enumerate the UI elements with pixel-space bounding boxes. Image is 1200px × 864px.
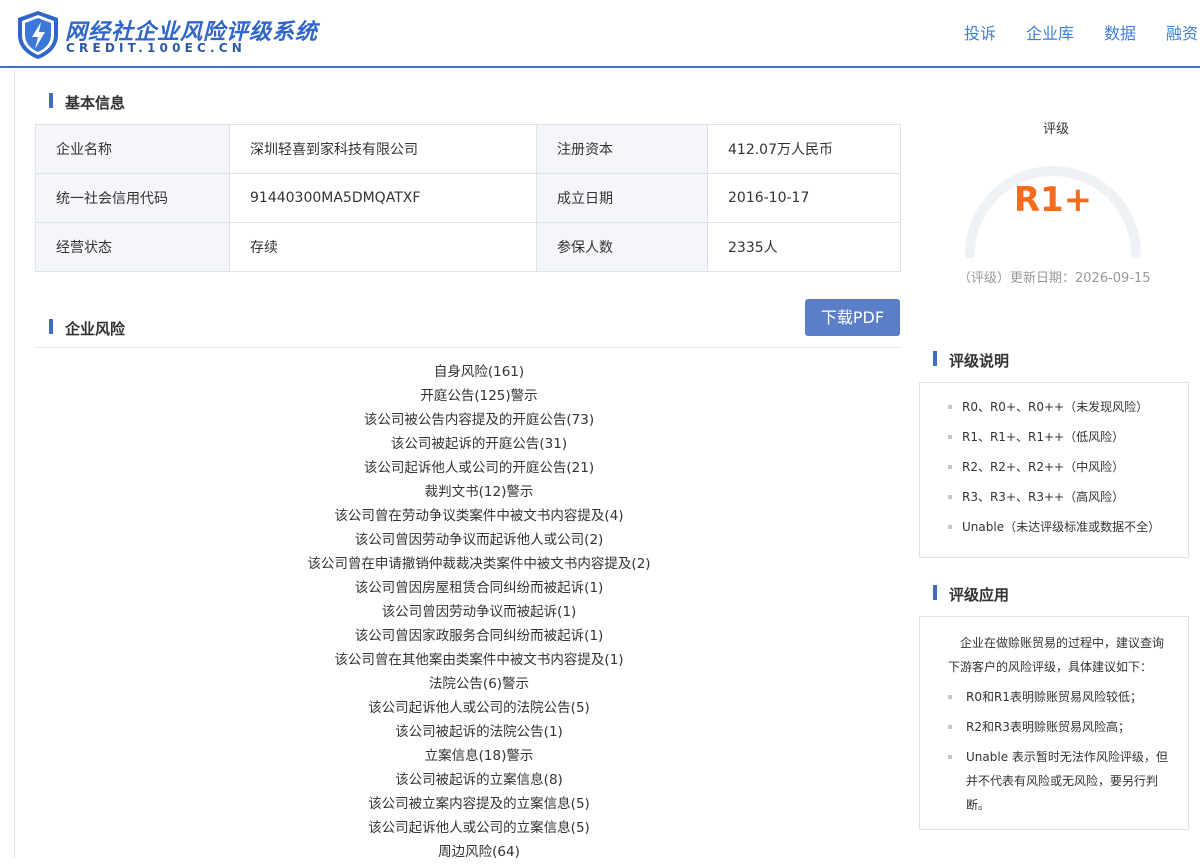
risk-list: 自身风险(161) 开庭公告(125)警示 该公司被公告内容提及的开庭公告(73… bbox=[35, 360, 923, 864]
rating-update-date: （评级）更新日期：2026-09-15 bbox=[958, 271, 1151, 286]
risk-item[interactable]: 该公司被起诉的立案信息(8) bbox=[35, 768, 923, 792]
status-value: 存续 bbox=[229, 222, 537, 272]
risk-item[interactable]: 该公司曾因劳动争议而被起诉(1) bbox=[35, 600, 923, 624]
rating-application-box: 企业在做赊账贸易的过程中，建议查询下游客户的风险评级，具体建议如下： R0和R1… bbox=[919, 616, 1189, 830]
risk-item[interactable]: 该公司曾因劳动争议而起诉他人或公司(2) bbox=[35, 528, 923, 552]
list-item: R3、R3+、R3++（高风险） bbox=[948, 488, 1188, 518]
risk-item[interactable]: 该公司起诉他人或公司的开庭公告(21) bbox=[35, 456, 923, 480]
status-label: 经营状态 bbox=[35, 222, 230, 272]
risk-item[interactable]: 该公司起诉他人或公司的立案信息(5) bbox=[35, 816, 923, 840]
logo-subtitle: CREDIT.100EC.CN bbox=[66, 41, 247, 55]
site-header: 网经社企业风险评级系统 CREDIT.100EC.CN 投诉 企业库 数据 融资 bbox=[0, 0, 1200, 68]
table-row: 经营状态 存续 参保人数 2335人 bbox=[35, 222, 901, 272]
risk-item[interactable]: 自身风险(161) bbox=[35, 360, 923, 384]
risk-title: 企业风险 bbox=[49, 318, 125, 339]
founded-date-label: 成立日期 bbox=[536, 173, 708, 223]
nav-data[interactable]: 数据 bbox=[1104, 20, 1136, 44]
list-item: R2和R3表明赊账贸易风险高； bbox=[948, 715, 1170, 739]
table-row: 企业名称 深圳轻喜到家科技有限公司 注册资本 412.07万人民币 bbox=[35, 124, 901, 174]
risk-item[interactable]: 周边风险(64) bbox=[35, 840, 923, 864]
insured-count-value: 2335人 bbox=[707, 222, 901, 272]
registered-capital-label: 注册资本 bbox=[536, 124, 708, 174]
application-intro: 企业在做赊账贸易的过程中，建议查询下游客户的风险评级，具体建议如下： bbox=[948, 636, 1165, 674]
risk-item[interactable]: 立案信息(18)警示 bbox=[35, 744, 923, 768]
credit-code-value: 91440300MA5DMQATXF bbox=[229, 173, 537, 223]
rating-legend-title: 评级说明 bbox=[933, 350, 1009, 371]
risk-item[interactable]: 裁判文书(12)警示 bbox=[35, 480, 923, 504]
rating-label: 评级 bbox=[1040, 118, 1073, 137]
registered-capital-value: 412.07万人民币 bbox=[707, 124, 901, 174]
list-item: Unable 表示暂时无法作风险评级，但并不代表有风险或无风险，要另行判断。 bbox=[948, 745, 1170, 817]
insured-count-label: 参保人数 bbox=[536, 222, 708, 272]
risk-item[interactable]: 该公司起诉他人或公司的法院公告(5) bbox=[35, 696, 923, 720]
risk-item[interactable]: 该公司曾因房屋租赁合同纠纷而被起诉(1) bbox=[35, 576, 923, 600]
nav-company-db[interactable]: 企业库 bbox=[1026, 20, 1074, 44]
download-pdf-button[interactable]: 下载PDF bbox=[805, 299, 900, 336]
founded-date-value: 2016-10-17 bbox=[707, 173, 901, 223]
risk-item[interactable]: 该公司曾在其他案由类案件中被文书内容提及(1) bbox=[35, 648, 923, 672]
risk-item[interactable]: 该公司被立案内容提及的立案信息(5) bbox=[35, 792, 923, 816]
company-name-label: 企业名称 bbox=[35, 124, 230, 174]
risk-divider bbox=[35, 347, 901, 348]
top-nav: 投诉 企业库 数据 融资 bbox=[964, 20, 1198, 44]
rating-grade: R1+ bbox=[1013, 180, 1093, 220]
risk-item[interactable]: 该公司曾在劳动争议类案件中被文书内容提及(4) bbox=[35, 504, 923, 528]
risk-item[interactable]: 法院公告(6)警示 bbox=[35, 672, 923, 696]
company-name-value: 深圳轻喜到家科技有限公司 bbox=[229, 124, 537, 174]
list-item: R1、R1+、R1++（低风险） bbox=[948, 428, 1188, 458]
list-item: R0、R0+、R0++（未发现风险） bbox=[948, 398, 1188, 428]
list-item: R2、R2+、R2++（中风险） bbox=[948, 458, 1188, 488]
site-logo[interactable]: 网经社企业风险评级系统 CREDIT.100EC.CN bbox=[15, 9, 317, 61]
list-item: R0和R1表明赊账贸易风险较低； bbox=[948, 685, 1170, 709]
nav-financing[interactable]: 融资 bbox=[1166, 20, 1198, 44]
rating-legend-box: R0、R0+、R0++（未发现风险） R1、R1+、R1++（低风险） R2、R… bbox=[919, 382, 1189, 558]
risk-item[interactable]: 该公司被起诉的开庭公告(31) bbox=[35, 432, 923, 456]
risk-item[interactable]: 该公司被公告内容提及的开庭公告(73) bbox=[35, 408, 923, 432]
list-item: Unable（未达评级标准或数据不全） bbox=[948, 518, 1188, 548]
risk-item[interactable]: 该公司曾在申请撤销仲裁裁决类案件中被文书内容提及(2) bbox=[35, 552, 923, 576]
basic-info-title: 基本信息 bbox=[49, 92, 125, 113]
basic-info-table: 企业名称 深圳轻喜到家科技有限公司 注册资本 412.07万人民币 统一社会信用… bbox=[35, 124, 901, 272]
risk-item[interactable]: 该公司曾因家政服务合同纠纷而被起诉(1) bbox=[35, 624, 923, 648]
risk-item[interactable]: 开庭公告(125)警示 bbox=[35, 384, 923, 408]
rating-application-title: 评级应用 bbox=[933, 584, 1009, 605]
nav-complaint[interactable]: 投诉 bbox=[964, 20, 996, 44]
table-row: 统一社会信用代码 91440300MA5DMQATXF 成立日期 2016-10… bbox=[35, 173, 901, 223]
credit-code-label: 统一社会信用代码 bbox=[35, 173, 230, 223]
content-border bbox=[14, 70, 15, 858]
shield-bolt-icon bbox=[18, 11, 58, 59]
risk-item[interactable]: 该公司被起诉的法院公告(1) bbox=[35, 720, 923, 744]
